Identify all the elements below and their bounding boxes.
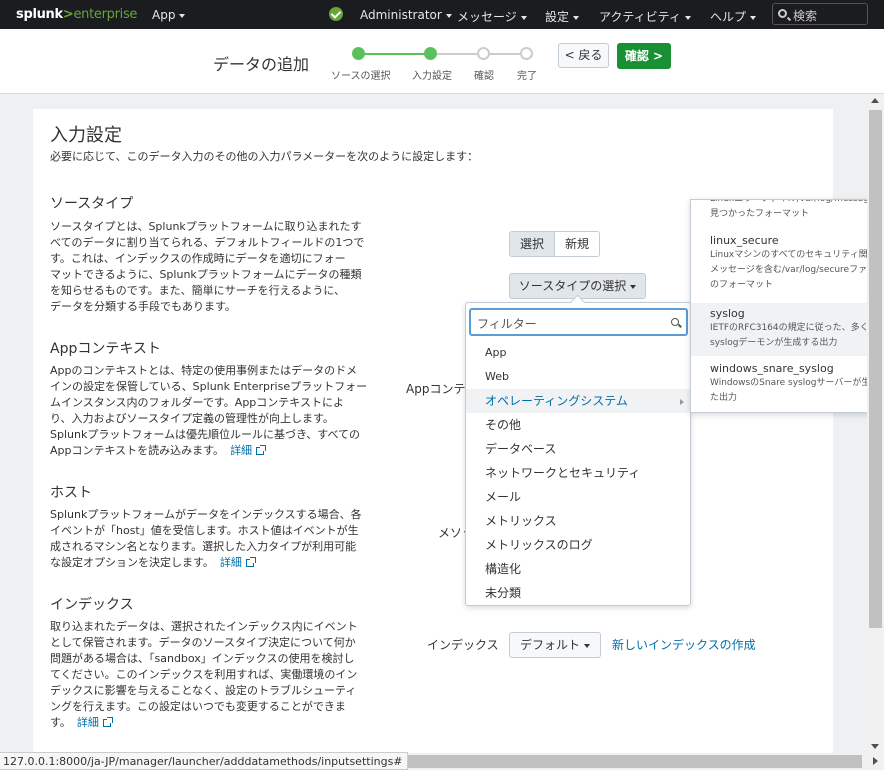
scroll-up-icon[interactable]	[871, 98, 879, 103]
chevron-down-icon	[584, 643, 590, 648]
status-bar-url: 127.0.0.1:8000/ja-JP/manager/launcher/ad…	[0, 752, 408, 770]
appcontext-title: Appコンテキスト	[50, 341, 161, 357]
dropdown-item-mail[interactable]: メール	[466, 485, 690, 509]
step-label-input: 入力設定	[412, 71, 452, 82]
progress-line-done	[358, 53, 430, 55]
index-label: インデックス	[427, 638, 499, 652]
scroll-down-icon[interactable]	[871, 744, 879, 749]
horizontal-scrollbar-thumb[interactable]	[392, 755, 862, 768]
wizard-header: データの追加 ソースの選択 入力設定 確認 完了 < 戻る 確認 >	[0, 29, 884, 94]
chevron-down-icon	[630, 284, 637, 289]
search-icon	[778, 9, 787, 18]
host-description: Splunkプラットフォームがデータをインデックスする場合、各 イベントが「ho…	[50, 508, 362, 569]
host-title: ホスト	[50, 485, 92, 501]
sourcetype-description: ソースタイプとは、Splunkプラットフォームに取り込まれたす べてのデータに割…	[50, 220, 365, 313]
help-menu[interactable]: ヘルプ	[710, 8, 757, 25]
dropdown-item-metrics[interactable]: メトリックス	[466, 509, 690, 533]
index-description: 取り込まれたデータは、選択されたインデックス内にイベント として保管されます。デ…	[50, 620, 358, 729]
user-menu[interactable]: Administrator	[360, 8, 452, 22]
external-link-icon	[256, 445, 267, 455]
chevron-down-icon	[684, 15, 691, 20]
filter-input[interactable]: フィルター	[469, 308, 688, 336]
app-menu[interactable]: App	[152, 8, 186, 22]
step-label-source: ソースの選択	[331, 71, 391, 82]
sourcetype-flyout-menu: Linuxエラーファイル/var/log/messagesPに 見つかったフォー…	[690, 199, 884, 413]
sourcetype-title: ソースタイプ	[50, 196, 134, 212]
health-status-icon[interactable]	[329, 7, 343, 21]
chevron-down-icon	[445, 13, 452, 18]
external-link-icon	[245, 557, 256, 567]
step-dot-review	[477, 47, 490, 60]
flyout-item-windows-snare-syslog[interactable]: windows_snare_syslog WindowsのSnare syslo…	[691, 362, 883, 406]
splunk-logo[interactable]: splunk>enterprise	[16, 7, 137, 22]
chevron-down-icon	[750, 15, 757, 20]
search-input[interactable]: 検索	[772, 3, 868, 25]
step-dot-done	[520, 47, 533, 60]
dropdown-item-os[interactable]: オペレーティングシステム	[466, 389, 690, 413]
search-icon	[671, 318, 679, 326]
appcontext-learn-more-link[interactable]: 詳細	[230, 444, 267, 457]
appcontext-label: Appコンテ	[406, 382, 466, 396]
host-learn-more-link[interactable]: 詳細	[220, 556, 256, 569]
flyout-item-linux-messages[interactable]: Linuxエラーファイル/var/log/messagesPに 見つかったフォー…	[691, 200, 883, 222]
section-heading: 入力設定	[50, 125, 122, 146]
vertical-scrollbar-thumb[interactable]	[869, 110, 882, 628]
step-label-review: 確認	[474, 71, 494, 82]
external-link-icon	[102, 717, 113, 727]
dropdown-item-network-security[interactable]: ネットワークとセキュリティ	[466, 461, 690, 485]
step-dot-source	[352, 47, 365, 60]
sourcetype-mode-toggle: 選択 新規	[509, 231, 601, 257]
section-subtitle: 必要に応じて、このデータ入力のその他の入力パラメーターを次のように設定します：	[50, 150, 479, 163]
chevron-down-icon	[573, 15, 580, 20]
dropdown-item-uncategorized[interactable]: 未分類	[466, 581, 690, 605]
dropdown-item-metrics-log[interactable]: メトリックスのログ	[466, 533, 690, 557]
flyout-item-syslog[interactable]: syslog IETFのRFC3164の規定に従った、多くの syslogデーモ…	[691, 303, 883, 356]
top-nav-bar: splunk>enterprise App Administrator メッセー…	[0, 0, 884, 29]
dropdown-item-other[interactable]: その他	[466, 413, 690, 437]
step-label-done: 完了	[517, 71, 537, 82]
flyout-item-linux-secure[interactable]: linux_secure Linuxマシンのすべてのセキュリティ関連 メッセージ…	[691, 234, 883, 293]
activity-menu[interactable]: アクティビティ	[599, 8, 691, 25]
step-dot-input	[424, 47, 437, 60]
chevron-down-icon	[520, 15, 527, 20]
page-title: データの追加	[213, 55, 310, 74]
index-learn-more-link[interactable]: 詳細	[77, 716, 113, 729]
scroll-right-icon[interactable]	[873, 757, 878, 765]
sourcetype-dropdown: フィルター App Web オペレーティングシステム その他 データベース ネッ…	[465, 302, 691, 606]
back-button[interactable]: < 戻る	[558, 43, 609, 68]
select-mode-button[interactable]: 選択	[510, 232, 555, 256]
dropdown-item-structured[interactable]: 構造化	[466, 557, 690, 581]
new-mode-button[interactable]: 新規	[554, 232, 600, 256]
messages-menu[interactable]: メッセージ	[457, 8, 527, 25]
dropdown-item-app[interactable]: App	[466, 341, 690, 365]
next-button[interactable]: 確認 >	[617, 43, 671, 69]
settings-menu[interactable]: 設定	[545, 8, 580, 25]
index-select[interactable]: デフォルト	[509, 632, 601, 658]
appcontext-description: Appのコンテキストとは、特定の使用事例またはデータのドメ インの設定を保管して…	[50, 364, 368, 457]
dropdown-item-database[interactable]: データベース	[466, 437, 690, 461]
create-index-link[interactable]: 新しいインデックスの作成	[612, 636, 756, 653]
dropdown-item-web[interactable]: Web	[466, 365, 690, 389]
chevron-down-icon	[179, 13, 186, 18]
index-title: インデックス	[50, 597, 134, 613]
